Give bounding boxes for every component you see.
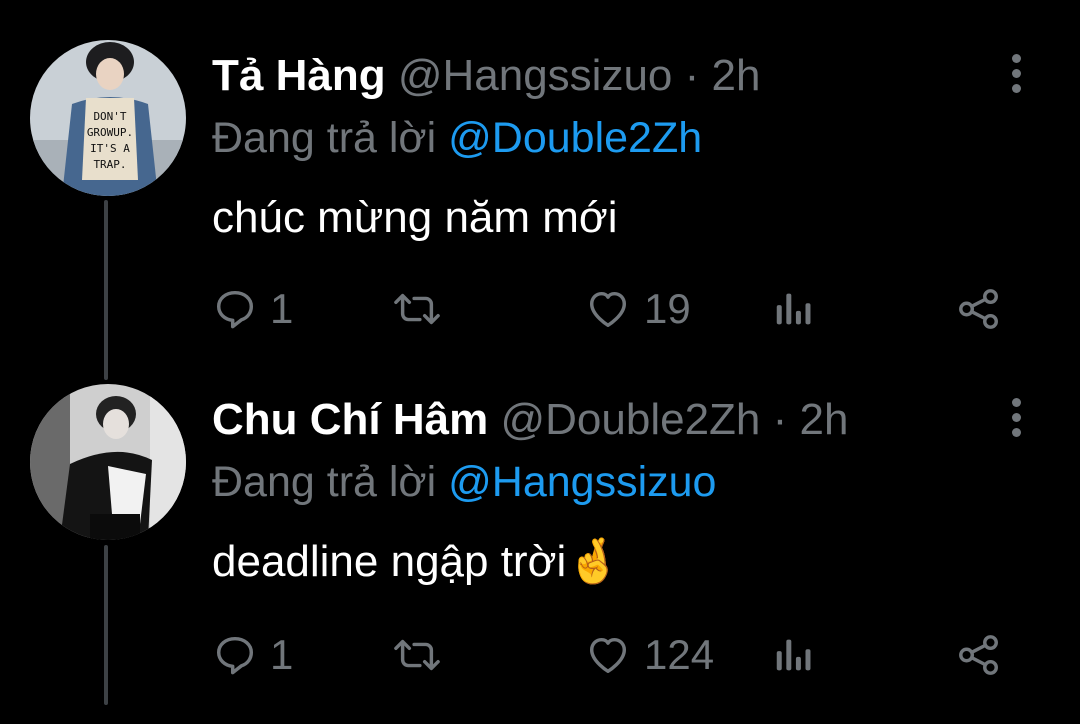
user-handle[interactable]: @Double2Zh (500, 395, 760, 444)
tweet-text-content: deadline ngập trời (212, 537, 567, 586)
display-name[interactable]: Chu Chí Hâm (212, 395, 488, 444)
tweet-2[interactable]: Chu Chí Hâm @Double2Zh · 2h Đang trả lời… (0, 384, 1080, 724)
share-button[interactable] (956, 630, 1002, 680)
like-button[interactable]: 19 (584, 284, 691, 334)
retweet-icon (394, 293, 440, 325)
reply-button[interactable]: 1 (212, 630, 293, 680)
replying-to-label: Đang trả lời (212, 458, 437, 506)
fingers-crossed-emoji: 🤞 (566, 537, 622, 586)
replying-to: Đang trả lời @Double2Zh (212, 110, 702, 166)
retweet-icon (394, 639, 440, 671)
separator-dot: · (684, 51, 700, 100)
reply-icon (216, 290, 254, 329)
more-icon[interactable] (1008, 398, 1024, 444)
tweet-text: chúc mừng năm mới (212, 188, 618, 248)
like-button[interactable]: 124 (584, 630, 714, 680)
tweet-actions: 1 19 (212, 284, 1012, 334)
separator-dot: · (772, 395, 788, 444)
display-name[interactable]: Tả Hàng (212, 51, 386, 100)
avatar[interactable] (30, 384, 186, 540)
replying-to: Đang trả lời @Hangssizuo (212, 454, 716, 510)
tweet-text-content: chúc mừng năm mới (212, 193, 618, 242)
replying-to-label: Đang trả lời (212, 114, 437, 162)
like-count: 19 (644, 285, 691, 332)
more-icon[interactable] (1008, 54, 1024, 100)
tweet-1[interactable]: DON'T GROWUP. IT'S A TRAP. Tả Hàng @Hang… (0, 40, 1080, 380)
like-icon (589, 291, 627, 328)
share-icon (959, 635, 998, 675)
reply-count: 1 (270, 631, 294, 678)
mention-link[interactable]: @Double2Zh (448, 114, 702, 162)
share-button[interactable] (956, 284, 1002, 334)
svg-text:TRAP.: TRAP. (93, 158, 126, 171)
analytics-icon (776, 293, 811, 325)
mention-link[interactable]: @Hangssizuo (448, 458, 716, 506)
tweet-header: Chu Chí Hâm @Double2Zh · 2h (212, 390, 848, 450)
share-icon (959, 289, 998, 329)
reply-count: 1 (270, 285, 294, 332)
tweet-header: Tả Hàng @Hangssizuo · 2h (212, 46, 760, 106)
analytics-icon (776, 639, 811, 671)
timestamp[interactable]: 2h (800, 395, 849, 444)
tweet-text: deadline ngập trời🤞 (212, 532, 621, 592)
reply-button[interactable]: 1 (212, 284, 293, 334)
svg-text:GROWUP.: GROWUP. (87, 126, 133, 139)
reply-icon (216, 636, 254, 675)
avatar[interactable]: DON'T GROWUP. IT'S A TRAP. (30, 40, 186, 196)
timestamp[interactable]: 2h (712, 51, 761, 100)
tweet-actions: 1 124 (212, 630, 1012, 680)
like-icon (589, 637, 627, 674)
like-count: 124 (644, 631, 715, 678)
analytics-button[interactable] (774, 630, 814, 680)
user-handle[interactable]: @Hangssizuo (398, 51, 673, 100)
svg-text:DON'T: DON'T (93, 110, 126, 123)
svg-text:IT'S A: IT'S A (90, 142, 130, 155)
retweet-button[interactable] (392, 630, 454, 680)
retweet-button[interactable] (392, 284, 454, 334)
analytics-button[interactable] (774, 284, 814, 334)
